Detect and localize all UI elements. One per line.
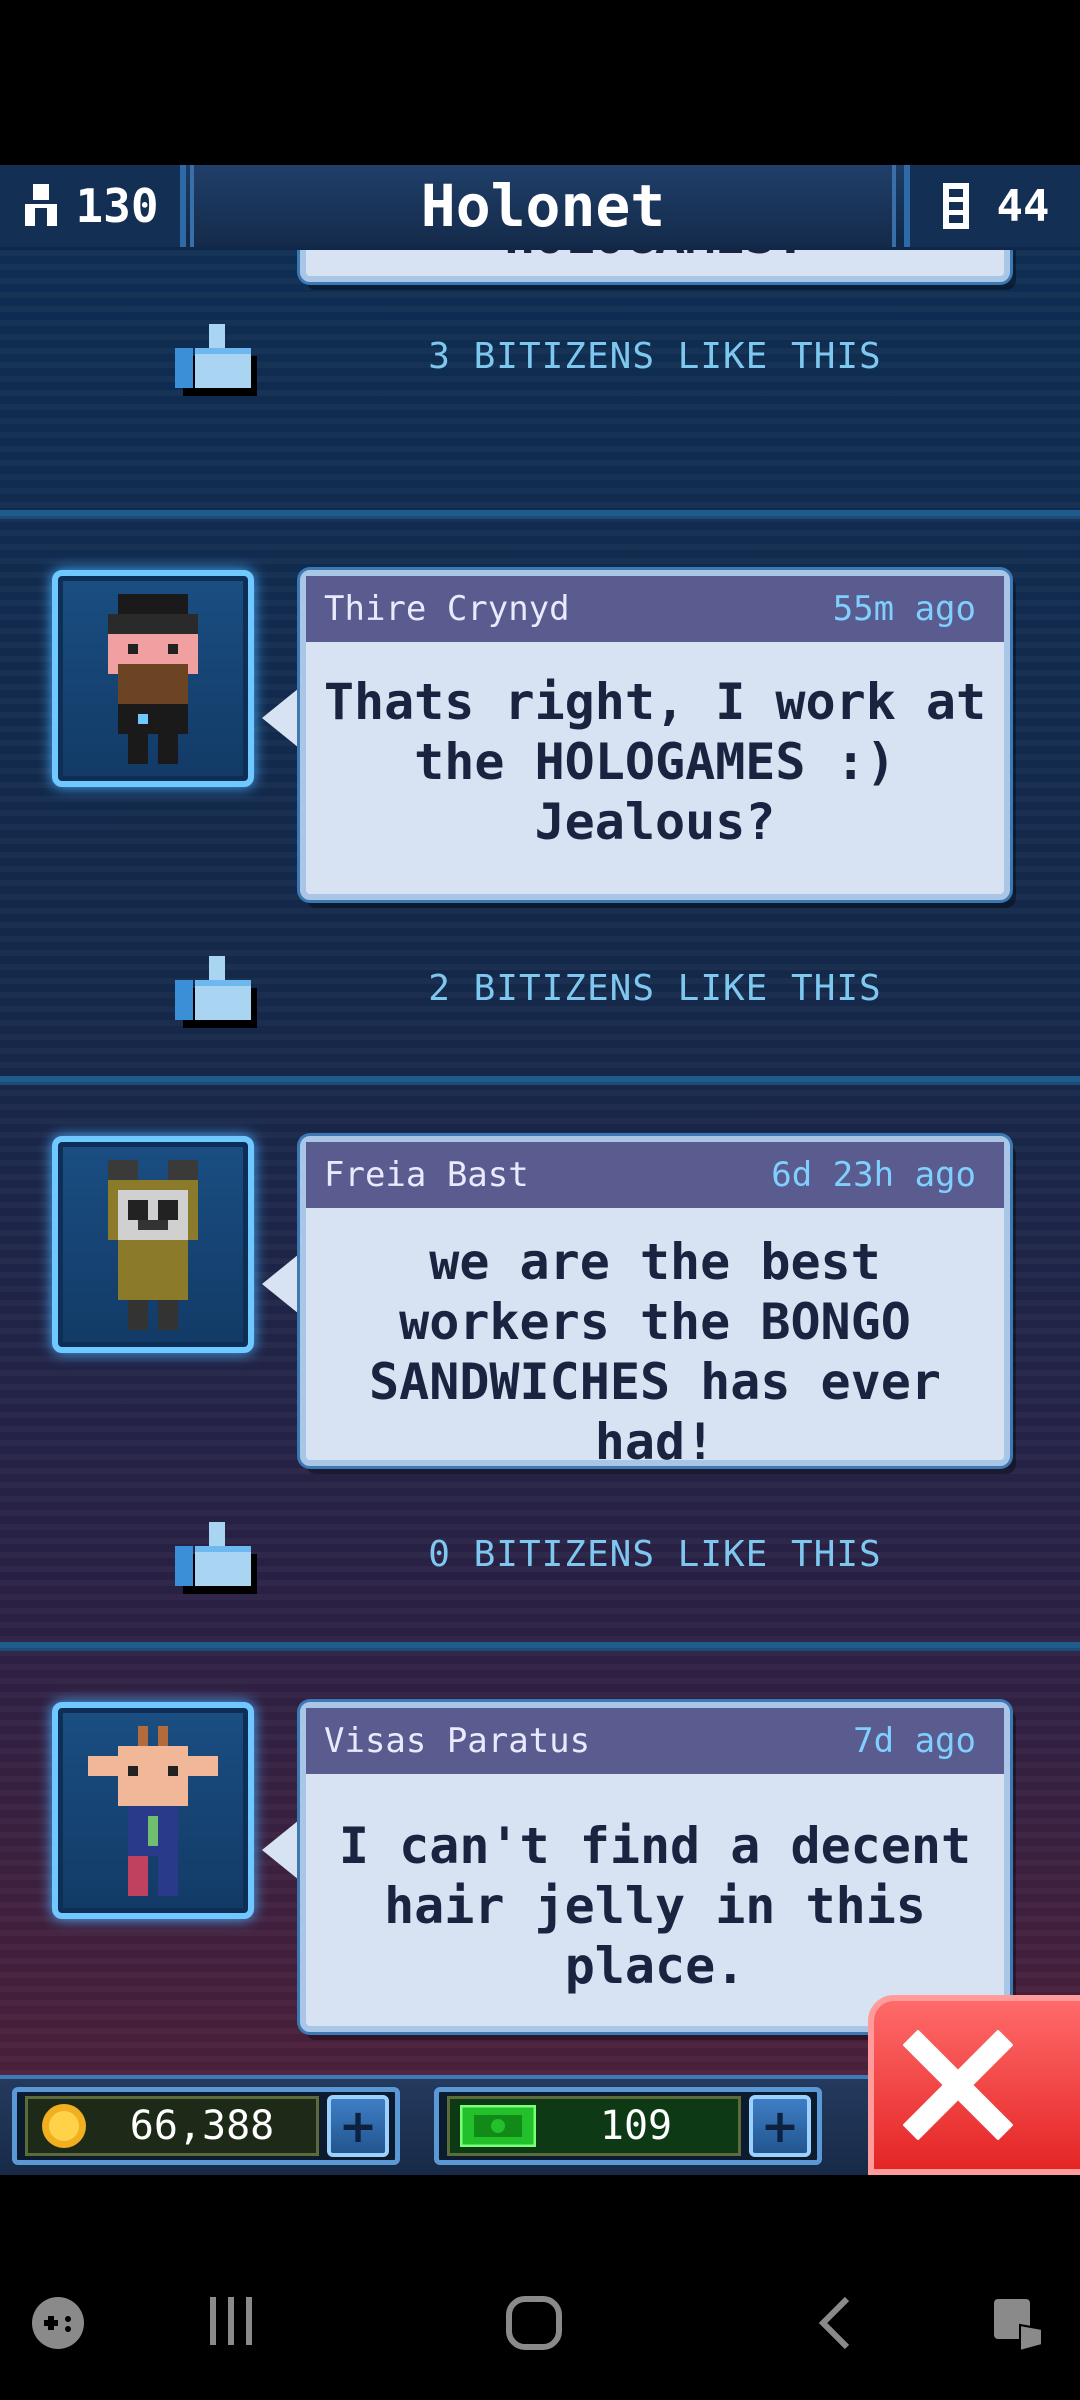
message-header: Freia Bast 6d 23h ago — [306, 1142, 1004, 1208]
add-coins-button[interactable]: + — [327, 2095, 389, 2157]
elevator-icon — [942, 183, 969, 229]
game-tools-icon[interactable] — [30, 2295, 86, 2351]
like-count-text: 2 BITIZENS LIKE THIS — [428, 968, 882, 1009]
close-button[interactable] — [868, 1995, 1080, 2175]
author-name[interactable]: Visas Paratus — [324, 1721, 590, 1761]
message-header: Thire Crynyd 55m ago — [306, 576, 1004, 642]
bux-display: 109 — [447, 2096, 741, 2156]
person-icon — [25, 184, 58, 226]
back-icon[interactable] — [815, 2295, 855, 2351]
status-bar — [0, 0, 1080, 165]
accessibility-touch-icon[interactable] — [990, 2295, 1050, 2355]
message-text: Thats right, I work at the HOLOGAMES :) … — [323, 673, 987, 851]
floors-counter[interactable]: 44 — [904, 165, 1080, 247]
close-icon — [903, 2030, 1013, 2140]
recent-apps-icon[interactable] — [206, 2295, 256, 2347]
thumbs-up-icon[interactable] — [175, 950, 263, 1030]
bubble-tail — [262, 1250, 304, 1318]
avatar[interactable] — [52, 1136, 254, 1353]
like-row: 0 BITIZENS LIKE THIS — [0, 1516, 1080, 1606]
thumbs-up-icon[interactable] — [175, 318, 263, 398]
message-text: we are the best workers the BONGO SANDWI… — [369, 1233, 941, 1471]
feed-post-partial: HOLOGAMES. 3 BITIZENS LIKE THIS — [0, 250, 1080, 516]
bubble-tail — [262, 684, 304, 752]
coins-panel: 66,388 + — [12, 2087, 400, 2165]
bitizen-avatar-icon — [88, 1725, 218, 1896]
population-count: 130 — [75, 179, 159, 233]
page-title: Holonet — [190, 165, 896, 247]
like-count-text: 3 BITIZENS LIKE THIS — [428, 336, 882, 377]
holonet-feed[interactable]: HOLOGAMES. 3 BITIZENS LIKE THIS — [0, 250, 1080, 2075]
population-counter[interactable]: 130 — [0, 165, 186, 247]
coins-display: 66,388 — [25, 2096, 319, 2156]
avatar[interactable] — [52, 570, 254, 787]
floors-count: 44 — [996, 180, 1050, 232]
bux-count: 109 — [599, 2103, 673, 2149]
plus-icon: + — [338, 2099, 378, 2153]
author-name[interactable]: Thire Crynyd — [324, 589, 570, 629]
coin-icon — [42, 2104, 86, 2148]
message-bubble: Visas Paratus 7d ago I can't find a dece… — [300, 1702, 1010, 2032]
message-header: Visas Paratus 7d ago — [306, 1708, 1004, 1774]
message-bubble: Freia Bast 6d 23h ago we are the best wo… — [300, 1136, 1010, 1471]
avatar[interactable] — [52, 1702, 254, 1919]
feed-post: Thire Crynyd 55m ago Thats right, I work… — [0, 516, 1080, 1082]
message-bubble: HOLOGAMES. — [300, 250, 1010, 282]
bitizen-avatar-icon — [108, 593, 198, 764]
top-bar: 130 Holonet 44 — [0, 165, 1080, 254]
bubble-tail — [262, 1816, 304, 1884]
bitizen-avatar-icon — [108, 1159, 198, 1330]
message-time: 7d ago — [853, 1721, 976, 1761]
system-nav-bar — [0, 2175, 1080, 2400]
message-text: I can't find a decent hair jelly in this… — [338, 1817, 972, 1995]
plus-icon: + — [760, 2099, 800, 2153]
bux-icon — [460, 2105, 536, 2147]
author-name[interactable]: Freia Bast — [324, 1155, 529, 1195]
coins-count: 66,388 — [129, 2103, 275, 2149]
like-row: 2 BITIZENS LIKE THIS — [0, 950, 1080, 1040]
like-count-text: 0 BITIZENS LIKE THIS — [428, 1534, 882, 1575]
message-bubble: Thire Crynyd 55m ago Thats right, I work… — [300, 570, 1010, 900]
message-time: 55m ago — [832, 589, 976, 629]
message-text: HOLOGAMES. — [306, 250, 1004, 296]
like-row: 3 BITIZENS LIKE THIS — [0, 318, 1080, 408]
feed-post: Freia Bast 6d 23h ago we are the best wo… — [0, 1082, 1080, 1648]
bux-panel: 109 + — [434, 2087, 822, 2165]
add-bux-button[interactable]: + — [749, 2095, 811, 2157]
message-time: 6d 23h ago — [771, 1155, 976, 1195]
thumbs-up-icon[interactable] — [175, 1516, 263, 1596]
home-icon[interactable] — [505, 2295, 563, 2351]
